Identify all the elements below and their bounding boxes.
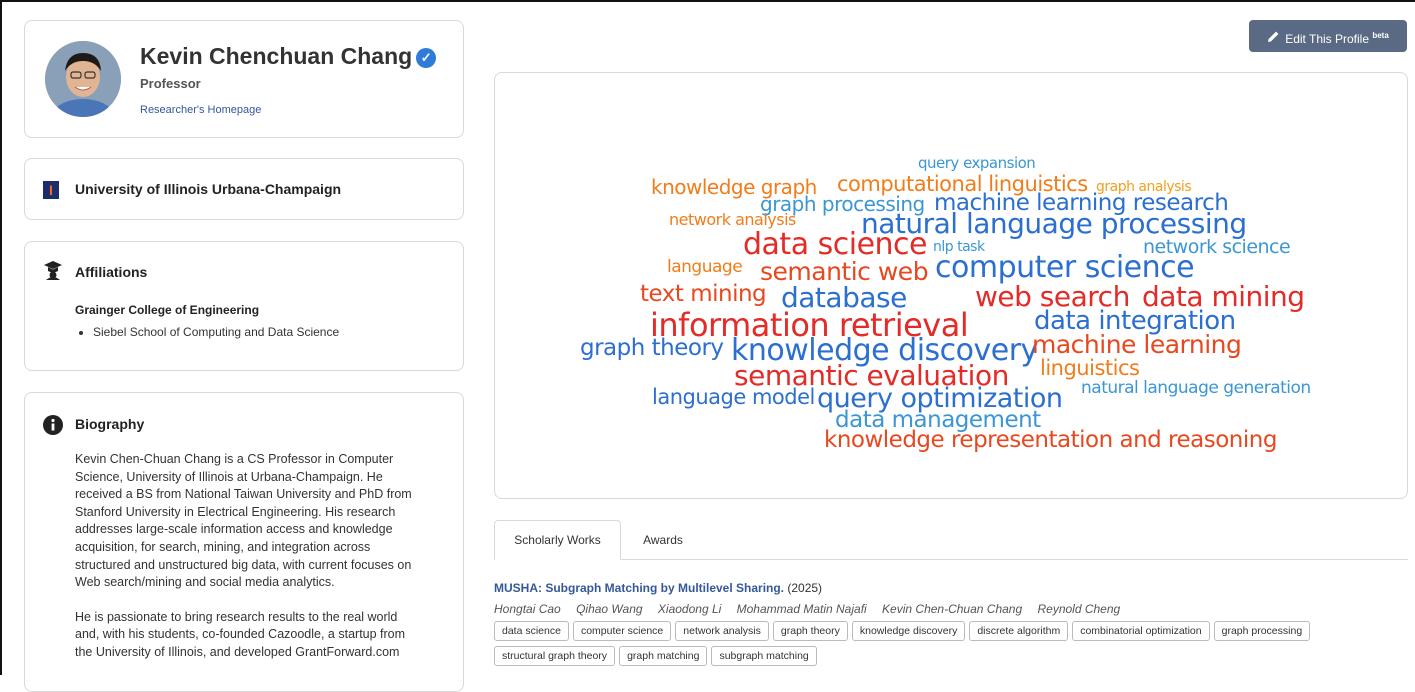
keyword-tag[interactable]: network analysis [675, 621, 769, 641]
university-card: I University of Illinois Urbana-Champaig… [24, 158, 464, 220]
beta-badge: beta [1372, 31, 1389, 40]
publication-title-line: MUSHA: Subgraph Matching by Multilevel S… [494, 581, 822, 595]
keyword[interactable]: language [667, 259, 743, 276]
edit-profile-label: Edit This Profile [1285, 32, 1369, 46]
keyword-tag[interactable]: graph theory [772, 621, 848, 641]
keyword-tag[interactable]: subgraph matching [711, 646, 817, 666]
author-name[interactable]: Hongtai Cao [494, 602, 561, 616]
author-name[interactable]: Kevin Chen-Chuan Chang [882, 602, 1022, 616]
profile-title: Professor [140, 76, 201, 91]
university-name[interactable]: University of Illinois Urbana-Champaign [75, 181, 341, 197]
author-name[interactable]: Mohammad Matin Najafi [737, 602, 867, 616]
window-left-border [0, 0, 2, 675]
researcher-homepage-link[interactable]: Researcher's Homepage [140, 104, 261, 116]
keyword[interactable]: graph theory [580, 337, 724, 360]
publication-tags: data science computer science network anal… [494, 621, 1408, 671]
keyword[interactable]: knowledge representation and reasoning [824, 429, 1277, 452]
biography-paragraph: Kevin Chen-Chuan Chang is a CS Professor… [75, 452, 412, 590]
keyword-tag[interactable]: combinatorial optimization [1072, 621, 1210, 641]
keyword[interactable]: language model [652, 387, 815, 408]
edit-profile-button[interactable]: Edit This Profile beta [1249, 20, 1407, 52]
keyword[interactable]: query expansion [918, 156, 1036, 171]
keyword-tag[interactable]: discrete algorithm [969, 621, 1069, 641]
publication-title-link[interactable]: MUSHA: Subgraph Matching by Multilevel S… [494, 581, 784, 595]
affiliation-college: Grainger College of Engineering [75, 303, 260, 317]
keyword[interactable]: computer science [935, 253, 1195, 283]
window-top-border [0, 0, 1415, 2]
avatar [45, 41, 121, 117]
author-name[interactable]: Reynold Cheng [1037, 602, 1120, 616]
keyword-tag[interactable]: knowledge discovery [851, 621, 966, 641]
university-logo-icon: I [43, 181, 59, 199]
keyword[interactable]: network analysis [669, 212, 796, 228]
biography-card: Biography Kevin Chen-Chuan Chang is a CS… [24, 392, 464, 692]
keyword-tag[interactable]: data science [494, 621, 569, 641]
profile-name: Kevin Chenchuan Chang ✓ [140, 43, 437, 70]
department-item: Siebel School of Computing and Data Scie… [93, 325, 339, 339]
biography-text: Kevin Chen-Chuan Chang is a CS Professor… [75, 451, 425, 679]
keyword[interactable]: data science [743, 230, 928, 260]
research-keyword-cloud: query expansion knowledge graph computat… [494, 72, 1408, 499]
department-list: Siebel School of Computing and Data Scie… [75, 325, 339, 339]
pencil-icon [1268, 31, 1279, 42]
tab-scholarly-works[interactable]: Scholarly Works [494, 520, 621, 560]
verified-check-icon: ✓ [416, 48, 437, 68]
affiliations-heading: Affiliations [75, 264, 148, 280]
profile-card: Kevin Chenchuan Chang ✓ Professor Researc… [24, 20, 464, 138]
keyword[interactable]: natural language generation [1081, 380, 1311, 397]
graduation-cap-icon [44, 261, 62, 280]
author-name[interactable]: Qihao Wang [576, 602, 643, 616]
keyword-tag[interactable]: graph processing [1213, 621, 1311, 641]
tab-awards[interactable]: Awards [624, 520, 702, 560]
keyword-tag[interactable]: structural graph theory [494, 646, 616, 666]
info-circle-icon [43, 415, 63, 435]
publication-authors: Hongtai Cao Qihao Wang Xiaodong Li Moham… [494, 602, 1132, 616]
keyword-tag[interactable]: computer science [572, 621, 672, 641]
publication-year: (2025) [787, 581, 823, 595]
keyword[interactable]: machine learning [1032, 332, 1242, 357]
affiliations-card: Affiliations Grainger College of Enginee… [24, 241, 464, 371]
keyword-tag[interactable]: graph matching [619, 646, 708, 666]
keyword[interactable]: linguistics [1040, 358, 1140, 379]
keyword[interactable]: text mining [640, 283, 767, 306]
biography-heading: Biography [75, 416, 145, 432]
biography-paragraph: He is passionate to bring research resul… [75, 609, 406, 659]
author-name[interactable]: Xiaodong Li [658, 602, 721, 616]
